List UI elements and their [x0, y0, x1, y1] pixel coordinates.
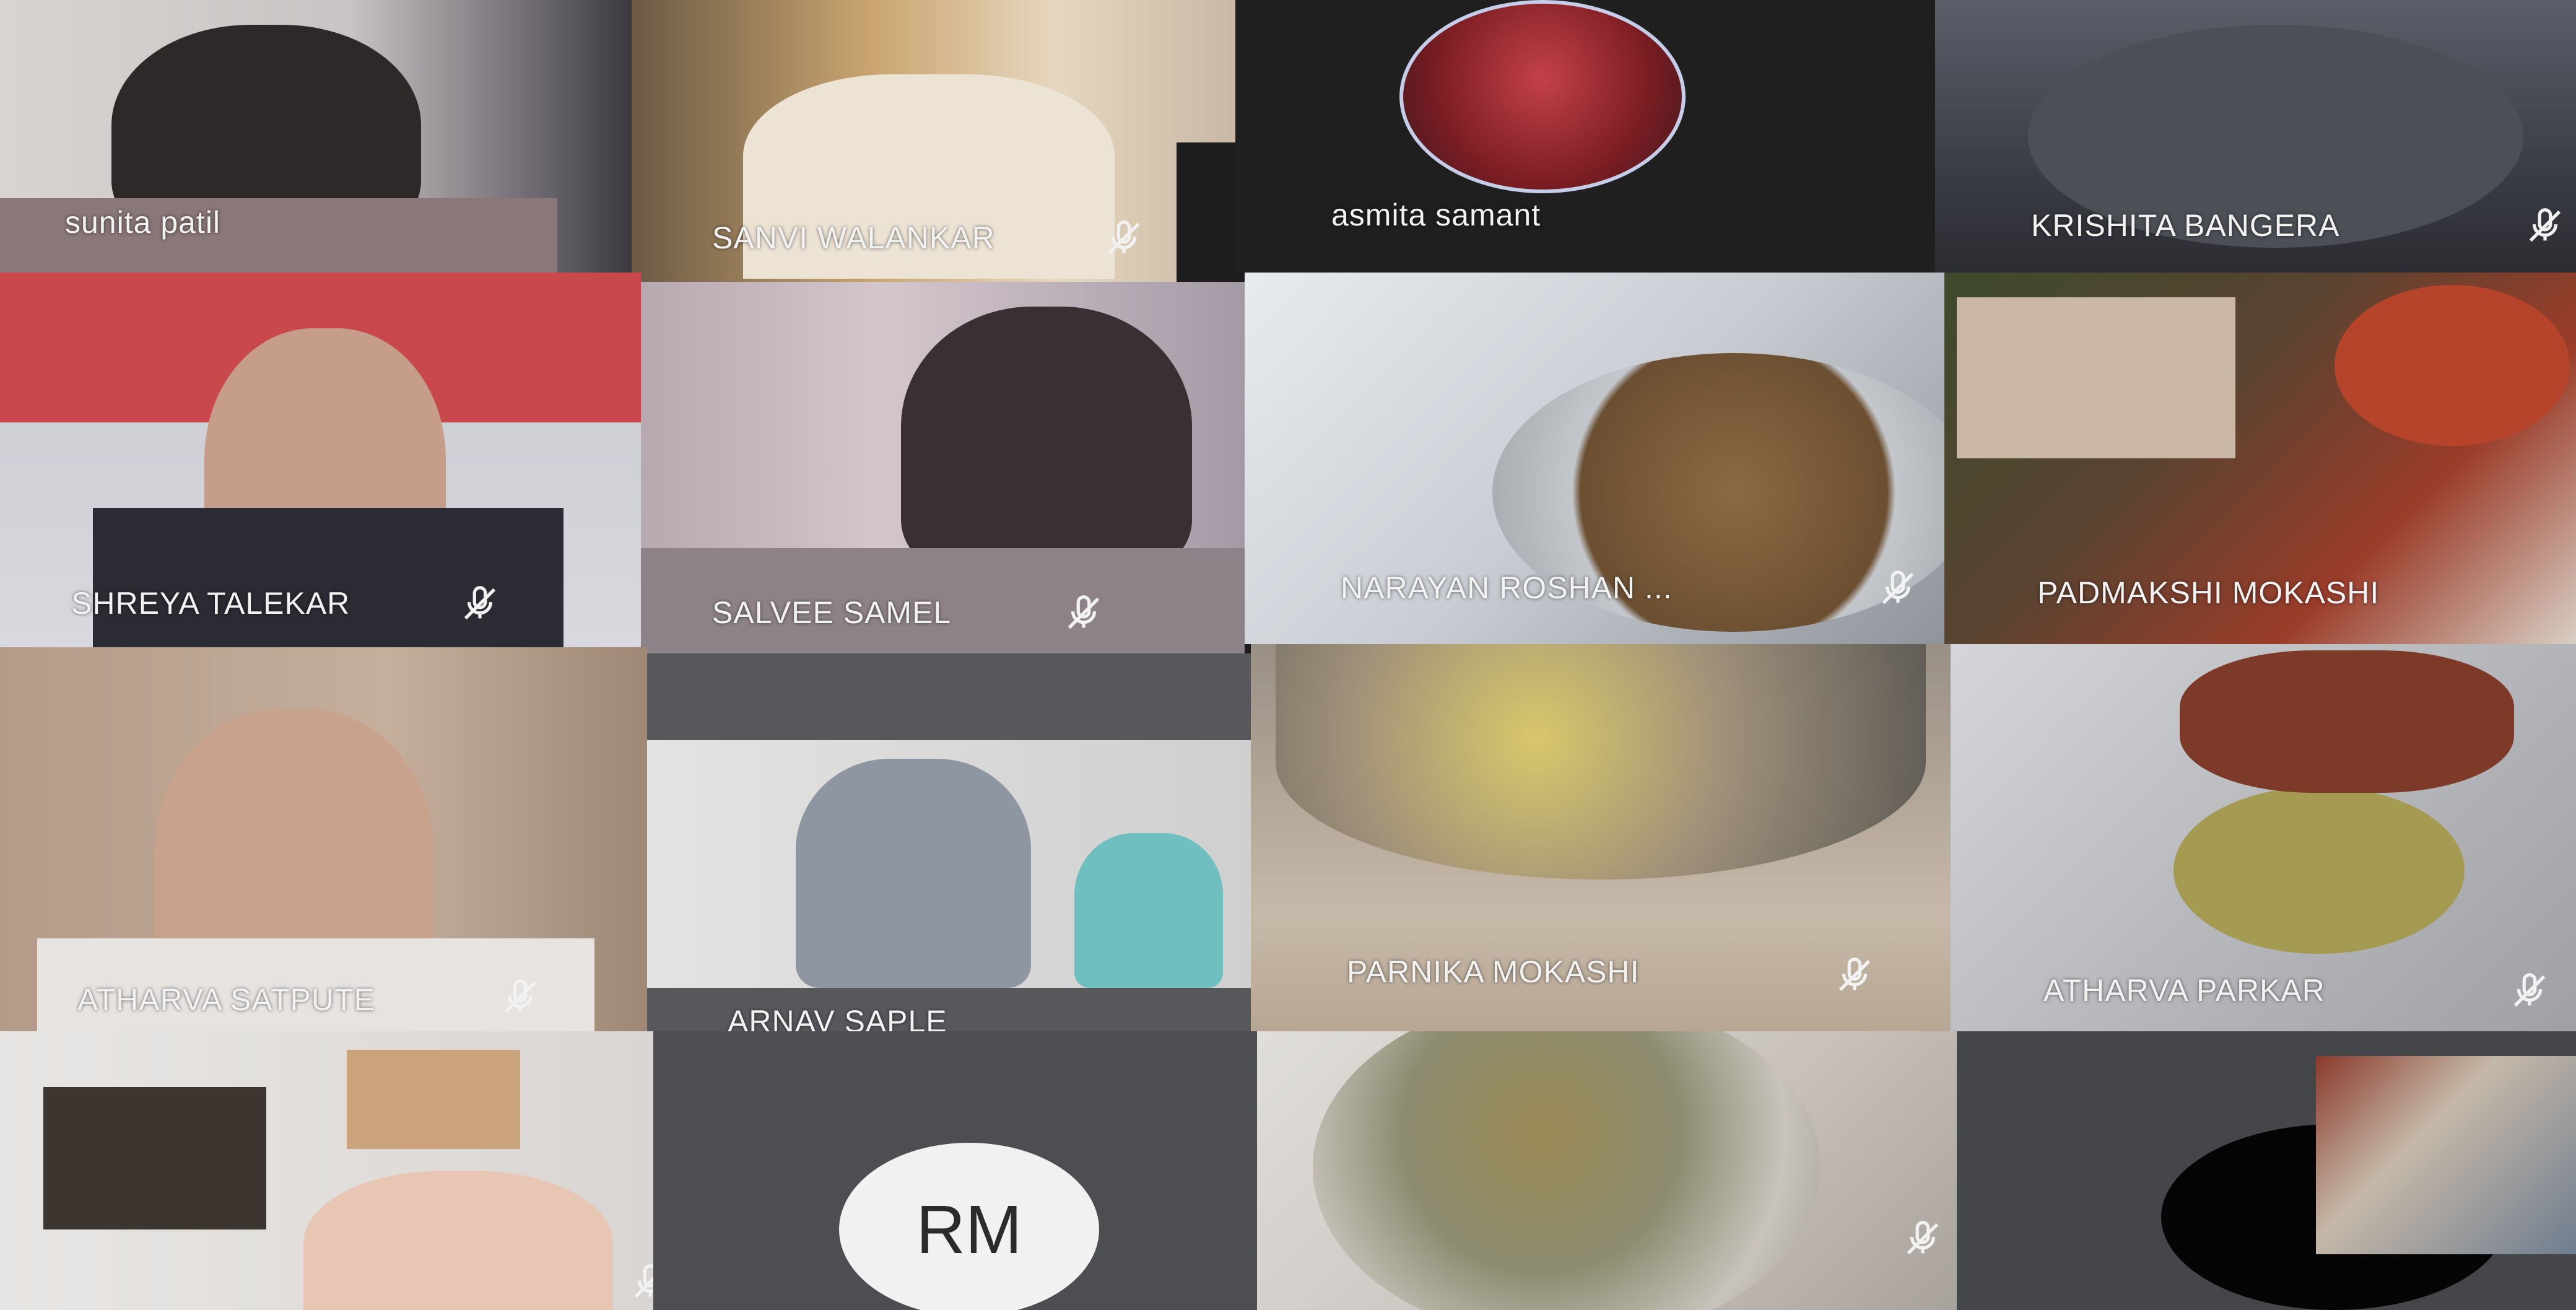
participant-video — [1276, 644, 1926, 880]
participant-tile[interactable]: asmita samant — [1235, 0, 1935, 273]
participant-video — [1313, 1031, 1821, 1310]
participant-tile[interactable]: SANVI WALANKAR — [632, 0, 1235, 282]
participant-tile[interactable]: NARAYAN ROSHAN ... — [1245, 273, 1944, 644]
microphone-muted-icon — [504, 979, 536, 1013]
avatar: RM — [839, 1143, 1099, 1310]
participant-tile[interactable]: SHREYA TALEKAR — [0, 273, 641, 647]
participant-tile[interactable]: KRISHITA BANGERA — [1935, 0, 2576, 282]
microphone-muted-icon — [1108, 221, 1140, 255]
participant-name: SALVEE SAMEL — [712, 595, 952, 630]
participant-name: NARAYAN ROSHAN ... — [1341, 570, 1673, 605]
self-view-thumbnail[interactable] — [2316, 1056, 2576, 1254]
participant-name: PADMAKSHI MOKASHI — [2037, 575, 2380, 610]
participant-video — [2334, 285, 2570, 446]
microphone-muted-icon — [1838, 958, 1871, 992]
microphone-muted-icon — [2513, 973, 2546, 1007]
participant-name: ATHARVA SATPUTE — [77, 982, 375, 1017]
avatar-initials: RM — [916, 1191, 1022, 1268]
participant-tile[interactable]: sunita patil — [0, 0, 632, 273]
participant-name: KRISHITA BANGERA — [2031, 208, 2340, 243]
participant-name: ARNAV SAPLE — [728, 1004, 947, 1031]
participant-name: asmita samant — [1331, 198, 1541, 232]
microphone-muted-icon — [2529, 208, 2561, 242]
participant-tile[interactable]: ATHARVA PARKAR — [1951, 644, 2576, 1031]
video-grid: sunita patil SANVI WALANKAR asmita saman… — [0, 0, 2576, 1310]
participant-tile[interactable]: SALVEE SAMEL — [641, 282, 1245, 653]
participant-name: SHREYA TALEKAR — [71, 586, 350, 621]
microphone-muted-icon — [634, 1264, 653, 1298]
participant-tile[interactable] — [0, 1031, 653, 1310]
participant-video — [303, 1171, 613, 1310]
participant-tile[interactable]: RM — [653, 1031, 1257, 1310]
microphone-muted-icon — [1068, 595, 1100, 629]
avatar — [1399, 0, 1686, 193]
participant-name: ATHARVA PARKAR — [2043, 973, 2325, 1008]
participant-tile[interactable]: PADMAKSHI MOKASHI — [1944, 273, 2576, 644]
participant-tile[interactable] — [1957, 1031, 2576, 1310]
participant-tile[interactable]: ATHARVA SATPUTE — [0, 647, 647, 1031]
participant-tile[interactable]: PARNIKA MOKASHI — [1251, 644, 1951, 1031]
participant-tile[interactable]: ARNAV SAPLE — [647, 653, 1251, 1031]
participant-name: PARNIKA MOKASHI — [1347, 954, 1640, 989]
participant-tile[interactable] — [1257, 1031, 1957, 1310]
microphone-muted-icon — [1882, 570, 1914, 605]
participant-name: sunita patil — [65, 205, 221, 240]
microphone-muted-icon — [464, 586, 496, 620]
participant-video — [2174, 787, 2465, 954]
microphone-muted-icon — [1907, 1221, 1939, 1255]
participant-video — [901, 307, 1192, 573]
participant-name: SANVI WALANKAR — [712, 221, 995, 255]
